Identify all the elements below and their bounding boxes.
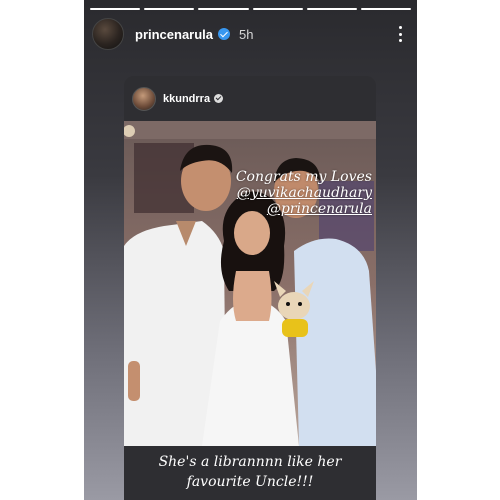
caption-mention[interactable]: @yuvikachaudhary	[236, 185, 372, 201]
verified-badge-icon	[214, 94, 224, 103]
story-progress-bar	[90, 8, 412, 10]
story-text-overlay: She's a librannnn like her favourite Unc…	[124, 452, 376, 492]
progress-segment	[360, 8, 412, 10]
more-options-icon[interactable]	[393, 24, 407, 44]
progress-segment	[90, 8, 141, 10]
caption-line: Congrats my Loves	[235, 169, 372, 185]
author-username[interactable]: princenarula	[135, 27, 213, 42]
verified-badge-icon	[218, 28, 231, 40]
post-time: 5h	[239, 26, 254, 42]
story-viewer: princenarula 5h kkundrra Congrats my Lov…	[84, 0, 417, 500]
shared-post-card[interactable]: kkundrra Congrats my Loves @yuvikachaudh…	[124, 76, 376, 500]
author-avatar[interactable]	[92, 18, 124, 50]
shared-post-photo: Congrats my Loves @yuvikachaudhary @prin…	[124, 121, 376, 446]
shared-author-avatar[interactable]	[132, 86, 156, 111]
story-text-line: She's a librannnn like her	[158, 454, 342, 470]
caption-mention[interactable]: @princenarula	[236, 201, 372, 217]
shared-author-username[interactable]: kkundrra	[163, 93, 210, 105]
story-header: princenarula 5h	[92, 18, 409, 50]
post-caption: Congrats my Loves @yuvikachaudhary @prin…	[236, 169, 372, 217]
progress-segment	[306, 8, 357, 10]
progress-segment	[252, 8, 303, 10]
story-text-line: favourite Uncle!!!	[186, 474, 314, 490]
progress-segment	[198, 8, 249, 10]
shared-post-header: kkundrra	[124, 76, 376, 121]
progress-segment	[144, 8, 195, 10]
